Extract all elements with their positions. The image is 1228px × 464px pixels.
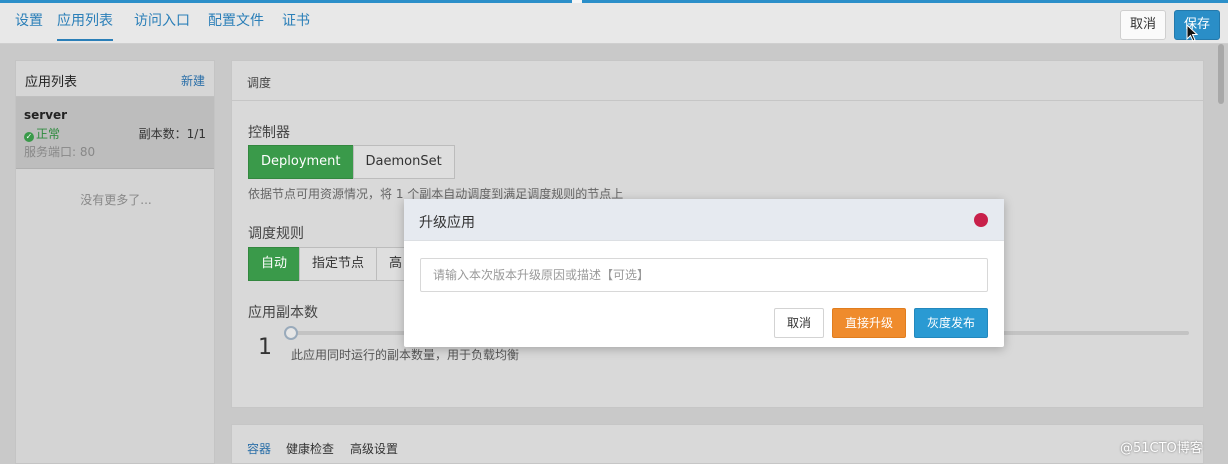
container-panel: 容器 健康检查 高级设置 bbox=[231, 424, 1204, 464]
app-list-header: 应用列表 新建 bbox=[16, 61, 214, 97]
replica-hint: 此应用同时运行的副本数量，用于负载均衡 bbox=[291, 348, 520, 362]
dialog-header: 升级应用 bbox=[404, 199, 1004, 241]
rule-auto-button[interactable]: 自动 bbox=[248, 247, 301, 281]
app-list-title: 应用列表 bbox=[25, 75, 78, 90]
schedule-rule-selector: 自动 指定节点 高 bbox=[248, 247, 416, 281]
tab-settings[interactable]: 设置 bbox=[15, 12, 43, 41]
gray-release-button[interactable]: 灰度发布 bbox=[914, 308, 988, 338]
mouse-cursor-icon bbox=[1186, 24, 1198, 42]
schedule-header: 调度 bbox=[232, 61, 1203, 101]
tab-containers[interactable]: 容器 bbox=[247, 440, 271, 457]
replica-value: 1 bbox=[258, 335, 272, 360]
watermark: @51CTO博客 bbox=[1120, 441, 1203, 456]
list-item[interactable]: server ✓ 正常 副本数：1/1 服务端口: 80 bbox=[16, 97, 214, 169]
app-name: server bbox=[24, 108, 68, 122]
page-scrollbar[interactable] bbox=[1218, 44, 1224, 104]
list-end-hint: 没有更多了... bbox=[80, 193, 152, 207]
schedule-rule-label: 调度规则 bbox=[248, 226, 304, 242]
dialog-cancel-button[interactable]: 取消 bbox=[774, 308, 824, 338]
tab-access-entry[interactable]: 访问入口 bbox=[134, 12, 190, 41]
status-badge: ✓ 正常 bbox=[24, 125, 60, 142]
tab-health-check[interactable]: 健康检查 bbox=[286, 440, 334, 457]
schedule-title: 调度 bbox=[247, 76, 272, 90]
controller-label: 控制器 bbox=[248, 125, 290, 141]
tab-advanced-settings[interactable]: 高级设置 bbox=[350, 440, 398, 457]
check-circle-icon: ✓ bbox=[24, 132, 34, 142]
direct-upgrade-button[interactable]: 直接升级 bbox=[832, 308, 906, 338]
tab-config-files[interactable]: 配置文件 bbox=[208, 12, 264, 41]
service-port: 服务端口: 80 bbox=[24, 145, 96, 159]
replica-label: 应用副本数 bbox=[248, 305, 318, 321]
controller-selector: Deployment DaemonSet bbox=[248, 145, 455, 179]
status-text: 正常 bbox=[36, 127, 61, 141]
cancel-button[interactable]: 取消 bbox=[1120, 10, 1166, 40]
app-list-panel: 应用列表 新建 server ✓ 正常 副本数：1/1 服务端口: 80 没有更多… bbox=[15, 60, 215, 464]
controller-daemonset-button[interactable]: DaemonSet bbox=[352, 145, 455, 179]
upgrade-app-dialog: 升级应用 取消 直接升级 灰度发布 bbox=[404, 199, 1004, 347]
upgrade-reason-input[interactable] bbox=[420, 258, 988, 292]
dialog-title: 升级应用 bbox=[419, 215, 475, 231]
tab-app-list[interactable]: 应用列表 bbox=[57, 12, 113, 41]
tab-certificates[interactable]: 证书 bbox=[282, 12, 310, 41]
close-icon[interactable] bbox=[974, 213, 988, 227]
replica-count: 副本数：1/1 bbox=[138, 127, 206, 141]
rule-specify-node-button[interactable]: 指定节点 bbox=[299, 247, 378, 281]
replica-slider-handle[interactable] bbox=[284, 326, 298, 340]
top-navigation: 设置 应用列表 访问入口 配置文件 证书 取消 保存 bbox=[0, 3, 1228, 44]
controller-deployment-button[interactable]: Deployment bbox=[248, 145, 354, 179]
new-app-link[interactable]: 新建 bbox=[181, 72, 205, 89]
